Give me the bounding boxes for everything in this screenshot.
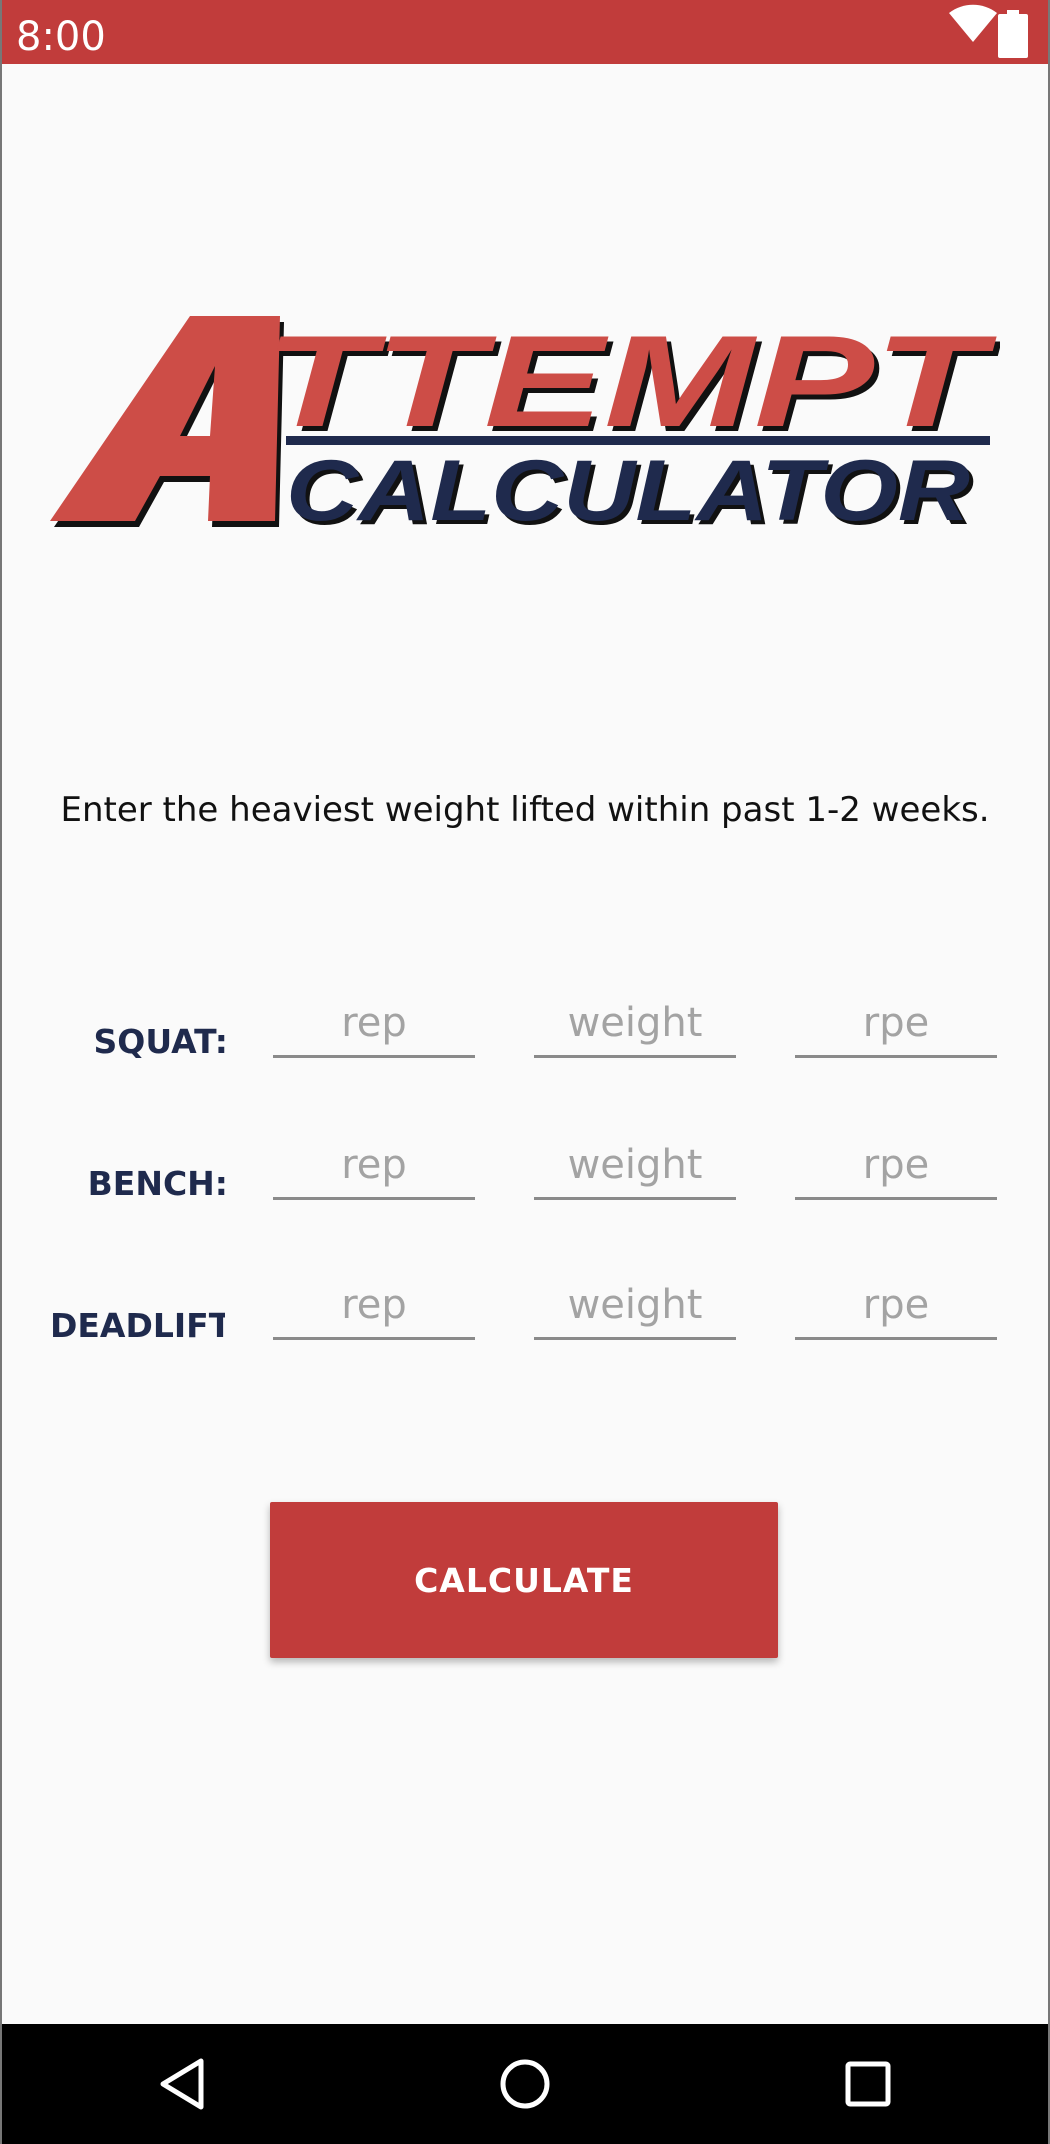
- logo-word-top-face: TTEMPT: [264, 308, 997, 454]
- calculate-button[interactable]: CALCULATE: [270, 1502, 778, 1658]
- bench-weight-input[interactable]: [534, 1140, 736, 1200]
- back-button[interactable]: [112, 2024, 252, 2144]
- squat-rep-input[interactable]: [273, 998, 475, 1058]
- back-icon: [160, 2058, 204, 2110]
- recents-button[interactable]: [798, 2024, 938, 2144]
- bench-rpe-input[interactable]: [795, 1140, 997, 1200]
- deadlift-rep-input[interactable]: [273, 1280, 475, 1340]
- deadlift-label: DEADLIFT:: [50, 1306, 225, 1345]
- recents-icon: [845, 2061, 891, 2107]
- home-icon: [500, 2059, 550, 2109]
- squat-weight-input[interactable]: [534, 998, 736, 1058]
- logo-word-bottom: CALCULATOR: [286, 443, 970, 536]
- home-button[interactable]: [455, 2024, 595, 2144]
- navigation-bar: [0, 2024, 1050, 2144]
- squat-rpe-input[interactable]: [795, 998, 997, 1058]
- squat-label: SQUAT:: [93, 1022, 228, 1061]
- status-bar: 8:00: [0, 0, 1050, 64]
- deadlift-weight-input[interactable]: [534, 1280, 736, 1340]
- battery-icon: [998, 10, 1028, 58]
- instruction-text: Enter the heaviest weight lifted within …: [60, 790, 990, 830]
- bench-rep-input[interactable]: [273, 1140, 475, 1200]
- status-time: 8:00: [16, 14, 106, 60]
- bench-label: BENCH:: [87, 1164, 228, 1203]
- wifi-icon: [949, 4, 997, 42]
- attempt-calculator-logo: TTEMPT TTEMPT CALCULATOR CALCULATOR: [50, 308, 1000, 536]
- deadlift-rpe-input[interactable]: [795, 1280, 997, 1340]
